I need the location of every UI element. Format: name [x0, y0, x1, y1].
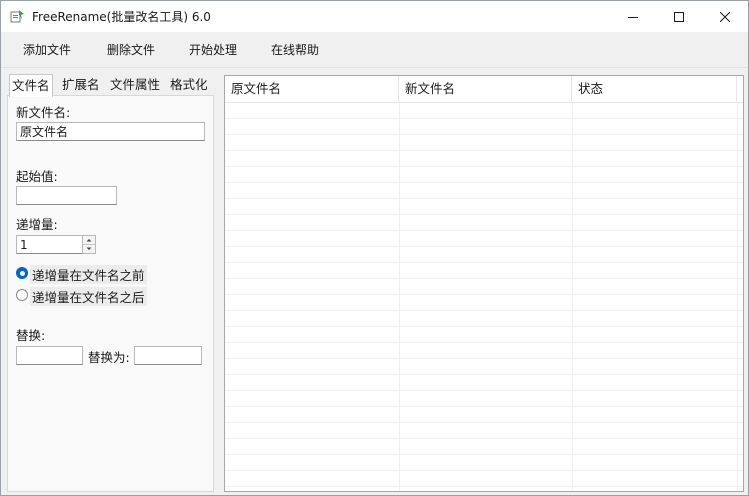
empty-table-row	[225, 311, 743, 327]
settings-panel: 文件名 扩展名 文件属性 格式化 新文件名: 起始值: 递增量: 递增量在文件名…	[7, 74, 214, 492]
empty-table-row	[225, 391, 743, 407]
empty-table-row	[225, 103, 743, 119]
empty-table-row	[225, 423, 743, 439]
replace-with-input[interactable]	[134, 346, 202, 365]
column-status[interactable]: 状态	[572, 76, 737, 102]
start-processing-button[interactable]: 开始处理	[189, 41, 237, 58]
radio-increment-before[interactable]	[16, 267, 28, 279]
empty-table-row	[225, 263, 743, 279]
empty-table-row	[225, 199, 743, 215]
empty-table-row	[225, 471, 743, 487]
online-help-button[interactable]: 在线帮助	[271, 41, 319, 58]
tab-extension[interactable]: 扩展名	[60, 75, 102, 95]
tab-file-attributes[interactable]: 文件属性	[108, 75, 162, 95]
spin-down-icon[interactable]	[83, 245, 95, 253]
tab-format[interactable]: 格式化	[168, 75, 210, 95]
empty-table-row	[225, 119, 743, 135]
start-value-input[interactable]	[16, 186, 117, 205]
start-value-label: 起始值:	[16, 169, 58, 184]
tab-filename[interactable]: 文件名	[9, 74, 53, 97]
filename-tab-pane: 新文件名: 起始值: 递增量: 递增量在文件名之前 递增量在文件名之后 替换: …	[7, 95, 214, 492]
spin-up-icon[interactable]	[83, 236, 95, 245]
empty-table-row	[225, 215, 743, 231]
radio-increment-after[interactable]	[16, 289, 28, 301]
empty-table-row	[225, 247, 743, 263]
close-button[interactable]	[702, 1, 748, 32]
app-icon	[10, 9, 25, 24]
increment-label: 递增量:	[16, 217, 58, 232]
window-title: FreeRename(批量改名工具) 6.0	[32, 10, 211, 24]
increment-spinner[interactable]	[82, 235, 96, 254]
empty-table-row	[225, 231, 743, 247]
empty-table-row	[225, 167, 743, 183]
increment-input[interactable]	[16, 235, 86, 254]
radio-increment-after-label[interactable]: 递增量在文件名之后	[30, 287, 147, 306]
file-list-table[interactable]: 原文件名 新文件名 状态	[224, 75, 744, 492]
empty-table-row	[225, 359, 743, 375]
empty-table-row	[225, 439, 743, 455]
empty-table-row	[225, 183, 743, 199]
add-files-button[interactable]: 添加文件	[23, 41, 71, 58]
maximize-icon	[674, 11, 684, 22]
new-name-label: 新文件名:	[16, 105, 71, 120]
empty-table-row	[225, 295, 743, 311]
minimize-icon	[628, 12, 638, 22]
empty-table-row	[225, 279, 743, 295]
empty-table-row	[225, 135, 743, 151]
replace-with-label: 替换为:	[88, 350, 130, 365]
column-original-name[interactable]: 原文件名	[225, 76, 399, 102]
settings-tabs: 文件名 扩展名 文件属性 格式化	[7, 74, 213, 97]
maximize-button[interactable]	[656, 1, 702, 32]
delete-files-button[interactable]: 删除文件	[107, 41, 155, 58]
empty-table-row	[225, 375, 743, 391]
table-header: 原文件名 新文件名 状态	[225, 76, 743, 103]
empty-table-row	[225, 455, 743, 471]
empty-table-row	[225, 327, 743, 343]
empty-table-row	[225, 407, 743, 423]
new-name-input[interactable]	[16, 122, 205, 141]
column-new-name[interactable]: 新文件名	[399, 76, 572, 102]
table-body	[225, 103, 743, 487]
title-bar[interactable]: FreeRename(批量改名工具) 6.0	[1, 1, 748, 32]
app-window: FreeRename(批量改名工具) 6.0 添加文件 删除文件 开始处理 在线…	[0, 0, 749, 496]
minimize-button[interactable]	[610, 1, 656, 32]
replace-label: 替换:	[16, 328, 46, 343]
replace-input[interactable]	[16, 346, 83, 365]
radio-increment-before-label[interactable]: 递增量在文件名之前	[30, 265, 147, 284]
close-icon	[720, 11, 730, 22]
empty-table-row	[225, 151, 743, 167]
empty-table-row	[225, 343, 743, 359]
toolbar: 添加文件 删除文件 开始处理 在线帮助	[1, 32, 748, 68]
